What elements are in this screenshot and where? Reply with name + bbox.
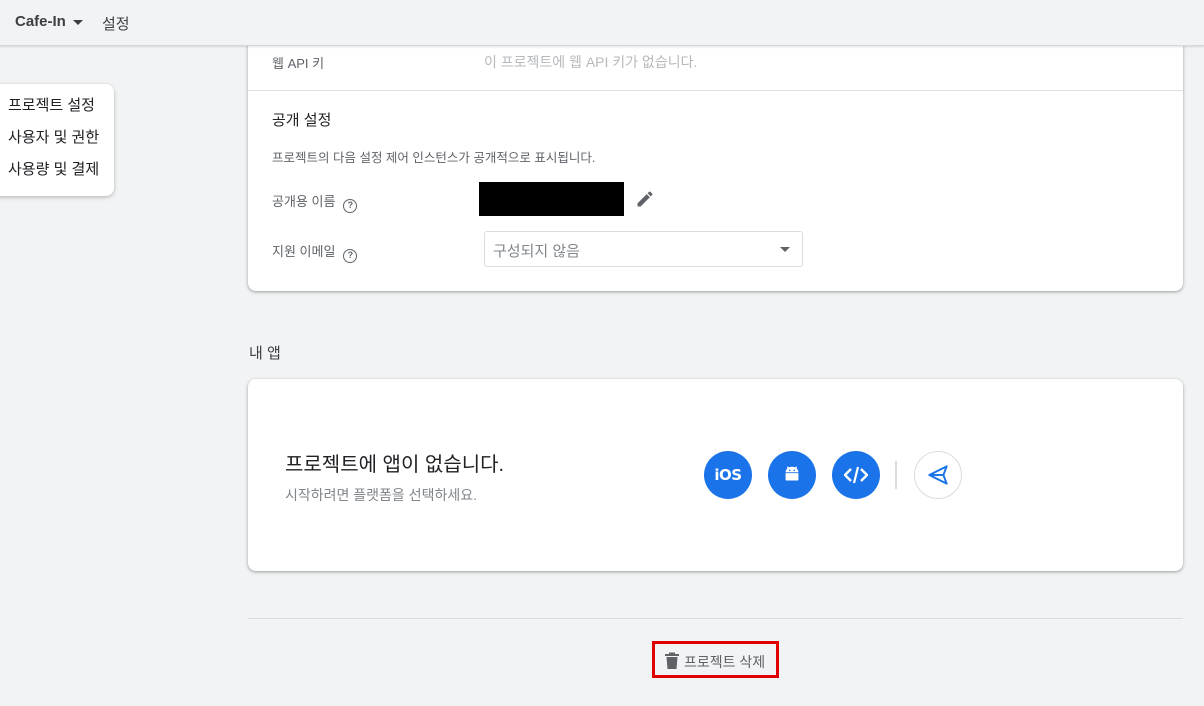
breadcrumb[interactable]: 설정 [102,13,130,34]
unity-icon [928,465,948,485]
help-icon[interactable]: ? [343,249,358,263]
add-unity-app-button[interactable] [914,451,962,499]
my-apps-card: 프로젝트에 앱이 없습니다. 시작하려면 플랫폼을 선택하세요. iOS [248,379,1183,571]
trash-icon [665,652,679,669]
project-selector[interactable]: Cafe-In [15,13,83,30]
web-code-icon [843,466,869,484]
no-apps-title: 프로젝트에 앱이 없습니다. [285,454,505,476]
android-icon [785,466,799,481]
public-settings-description: 프로젝트의 다음 설정 제어 인스턴스가 공개적으로 표시됩니다. [272,151,596,165]
web-api-key-value: 이 프로젝트에 웹 API 키가 없습니다. [484,54,698,70]
divider [248,618,1183,619]
add-web-app-button[interactable] [832,451,880,499]
sidemenu-item-project-settings[interactable]: 프로젝트 설정 [0,96,114,128]
support-email-label: 지원 이메일 [272,244,336,259]
public-name-row-label: 공개용 이름? [272,191,358,213]
edit-pencil-icon[interactable] [635,189,655,209]
add-android-app-button[interactable] [768,451,816,499]
top-bar: Cafe-In 설정 [0,0,1204,46]
my-apps-heading: 내 앱 [249,345,281,362]
add-ios-app-button[interactable]: iOS [704,451,752,499]
delete-project-button[interactable]: 프로젝트 삭제 [652,641,779,678]
support-email-select[interactable]: 구성되지 않음 [484,231,803,267]
project-settings-card: 웹 API 키 이 프로젝트에 웹 API 키가 없습니다. 공개 설정 프로젝… [248,30,1183,291]
ios-icon: iOS [714,466,742,484]
public-name-value-redacted [479,182,624,216]
help-icon[interactable]: ? [343,199,358,213]
delete-project-label: 프로젝트 삭제 [684,654,766,670]
support-email-row-label: 지원 이메일? [272,241,358,263]
project-name: Cafe-In [15,13,66,30]
no-apps-subtitle: 시작하려면 플랫폼을 선택하세요. [285,487,477,503]
caret-down-icon [72,19,83,25]
public-settings-title: 공개 설정 [272,112,332,129]
dropdown-arrow-icon [780,247,790,252]
support-email-selected-value: 구성되지 않음 [493,243,580,260]
settings-side-menu: 프로젝트 설정 사용자 및 권한 사용량 및 결제 [0,84,114,196]
sidemenu-item-users-permissions[interactable]: 사용자 및 권한 [0,128,114,160]
platform-divider [895,461,897,489]
web-api-key-label: 웹 API 키 [272,56,325,71]
public-name-label: 공개용 이름 [272,194,336,209]
sidemenu-item-usage-billing[interactable]: 사용량 및 결제 [0,160,114,192]
